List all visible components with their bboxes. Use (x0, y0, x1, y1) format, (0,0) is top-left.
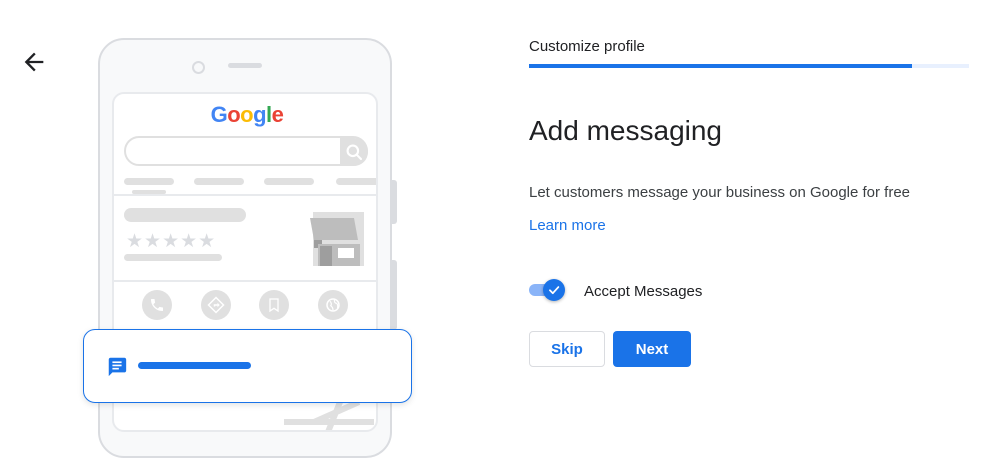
mock-tab (336, 178, 376, 185)
logo-letter: G (210, 102, 228, 127)
mock-directions-action (201, 290, 231, 320)
step-label: Customize profile (529, 38, 645, 55)
progress-bar-fill (529, 64, 912, 68)
learn-more-link[interactable]: Learn more (529, 217, 606, 234)
accept-messages-label: Accept Messages (584, 283, 703, 300)
phone-side-button (392, 180, 397, 224)
mock-tab (194, 178, 244, 185)
mock-business-name (124, 208, 246, 222)
chat-icon (108, 357, 127, 377)
next-button[interactable]: Next (613, 331, 691, 367)
logo-letter: o (227, 102, 241, 127)
arrow-back-icon (24, 52, 44, 72)
mock-website-action (318, 290, 348, 320)
directions-icon (207, 296, 225, 314)
divider (114, 280, 376, 282)
mock-business-detail (124, 254, 222, 261)
message-placeholder-line (138, 362, 251, 369)
page-title: Add messaging (529, 115, 723, 146)
check-icon (549, 286, 560, 295)
phone-icon (151, 299, 163, 311)
mock-tab (264, 178, 314, 185)
logo-letter: g (253, 102, 267, 127)
search-icon (346, 144, 363, 161)
back-button[interactable] (20, 48, 48, 76)
google-logo: Google (114, 102, 376, 128)
mock-rating-stars: ★★★★★ (126, 231, 217, 252)
bookmark-icon (269, 298, 279, 313)
progress-bar (529, 64, 969, 68)
message-card (83, 329, 412, 403)
toggle-knob (543, 279, 565, 301)
skip-button[interactable]: Skip (529, 331, 605, 367)
mock-search-button (340, 138, 368, 166)
phone-side-button (392, 260, 397, 330)
accept-messages-toggle[interactable] (529, 279, 567, 301)
mock-save-action (259, 290, 289, 320)
mock-call-action (142, 290, 172, 320)
mock-search-box (124, 136, 368, 166)
logo-letter: o (240, 102, 254, 127)
page-description: Let customers message your business on G… (529, 184, 911, 201)
divider (114, 194, 376, 196)
globe-icon (326, 298, 340, 312)
store-icon (310, 212, 364, 266)
phone-speaker (228, 63, 262, 68)
logo-letter: e (271, 102, 284, 127)
phone-camera (192, 61, 205, 74)
mock-tab (124, 178, 174, 185)
